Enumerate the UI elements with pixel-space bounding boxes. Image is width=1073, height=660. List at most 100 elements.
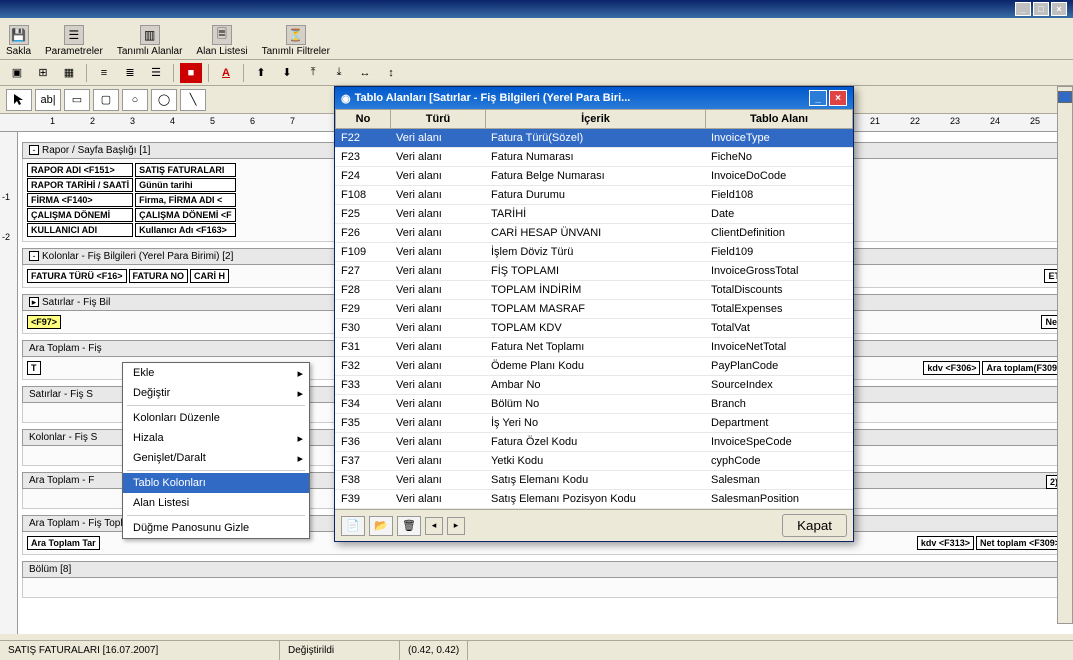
- ellipse-icon[interactable]: ○: [122, 89, 148, 111]
- field-box[interactable]: kdv <F306>: [923, 361, 980, 375]
- dialog-close-icon[interactable]: ×: [829, 90, 847, 106]
- field-box[interactable]: CARİ H: [190, 269, 229, 283]
- collapse-icon[interactable]: -: [29, 251, 39, 261]
- dialog-titlebar[interactable]: ◉ Tablo Alanları [Satırlar - Fiş Bilgile…: [335, 87, 853, 109]
- table-row[interactable]: F34Veri alanıBölüm NoBranch: [335, 395, 853, 414]
- field-box[interactable]: RAPOR TARİHİ / SAATİ: [27, 178, 133, 192]
- dialog-minimize-icon[interactable]: _: [809, 90, 827, 106]
- menu-item-field-list[interactable]: Alan Listesi: [123, 493, 309, 513]
- prev-icon[interactable]: ◂: [425, 517, 443, 535]
- column-header-type[interactable]: Türü: [391, 110, 486, 129]
- column-header-content[interactable]: İçerik: [486, 110, 706, 129]
- text-field-icon[interactable]: ab|: [35, 89, 61, 111]
- table-row[interactable]: F29Veri alanıTOPLAM MASRAFTotalExpenses: [335, 300, 853, 319]
- field-box[interactable]: SATIŞ FATURALARI: [135, 163, 235, 177]
- expand-icon[interactable]: ▸: [29, 297, 39, 307]
- table-row[interactable]: F26Veri alanıCARİ HESAP ÜNVANIClientDefi…: [335, 224, 853, 243]
- grid-icon[interactable]: ▦: [58, 63, 80, 83]
- menu-item-align[interactable]: Hizala▸: [123, 428, 309, 448]
- fill-color-icon[interactable]: ■: [180, 63, 202, 83]
- field-box[interactable]: Ara toplam(F309): [982, 361, 1064, 375]
- next-icon[interactable]: ▸: [447, 517, 465, 535]
- font-color-icon[interactable]: A: [215, 63, 237, 83]
- defined-filters-button[interactable]: ⏳ Tanımlı Filtreler: [262, 25, 330, 57]
- field-box[interactable]: T: [27, 361, 41, 375]
- field-list-button[interactable]: 🗏 Alan Listesi: [196, 25, 247, 57]
- send-back-icon[interactable]: ⬇: [276, 63, 298, 83]
- field-box[interactable]: Net toplam <F309>: [976, 536, 1064, 550]
- field-box[interactable]: FİRMA <F140>: [27, 193, 133, 207]
- table-row[interactable]: F22Veri alanıFatura Türü(Sözel)InvoiceTy…: [335, 129, 853, 148]
- menu-item-change[interactable]: Değiştir▸: [123, 383, 309, 403]
- delete-icon[interactable]: 🗑: [397, 516, 421, 536]
- minimize-icon[interactable]: _: [1015, 2, 1031, 16]
- field-box[interactable]: ÇALIŞMA DÖNEMİ <F: [135, 208, 235, 222]
- table-row[interactable]: F36Veri alanıFatura Özel KoduInvoiceSpeC…: [335, 433, 853, 452]
- align-right-icon[interactable]: ☰: [145, 63, 167, 83]
- close-button[interactable]: Kapat: [782, 514, 847, 537]
- align-center-icon[interactable]: ≣: [119, 63, 141, 83]
- table-row[interactable]: F23Veri alanıFatura NumarasıFicheNo: [335, 148, 853, 167]
- column-header-no[interactable]: No: [336, 110, 391, 129]
- save-icon: 💾: [9, 25, 29, 45]
- bring-front-icon[interactable]: ⬆: [250, 63, 272, 83]
- circle-icon[interactable]: ◯: [151, 89, 177, 111]
- menu-item-table-columns[interactable]: Tablo Kolonları: [123, 473, 309, 493]
- app-titlebar: _ □ ×: [0, 0, 1073, 18]
- table-row[interactable]: F32Veri alanıÖdeme Planı KoduPayPlanCode: [335, 357, 853, 376]
- distribute-h-icon[interactable]: ↔: [354, 63, 376, 83]
- field-box[interactable]: FATURA TÜRÜ <F16>: [27, 269, 127, 283]
- align-left-icon[interactable]: ≡: [93, 63, 115, 83]
- dialog-icon: ◉: [341, 92, 351, 105]
- column-header-field[interactable]: Tablo Alanı: [706, 110, 853, 129]
- collapse-icon[interactable]: -: [29, 145, 39, 155]
- distribute-v-icon[interactable]: ↕: [380, 63, 402, 83]
- table-row[interactable]: F33Veri alanıAmbar NoSourceIndex: [335, 376, 853, 395]
- section-header-bolum[interactable]: Bölüm [8]: [22, 561, 1069, 578]
- chevron-right-icon: ▸: [297, 432, 303, 445]
- align-bottom-icon[interactable]: ⤓: [328, 63, 350, 83]
- table-row[interactable]: F31Veri alanıFatura Net ToplamıInvoiceNe…: [335, 338, 853, 357]
- pointer-icon[interactable]: [6, 89, 32, 111]
- field-box[interactable]: Firma, FİRMA ADI <: [135, 193, 235, 207]
- table-row[interactable]: F28Veri alanıTOPLAM İNDİRİMTotalDiscount…: [335, 281, 853, 300]
- rounded-rect-icon[interactable]: ▢: [93, 89, 119, 111]
- table-row[interactable]: F30Veri alanıTOPLAM KDVTotalVat: [335, 319, 853, 338]
- save-button[interactable]: 💾 Sakla: [6, 25, 31, 57]
- menu-item-edit-columns[interactable]: Kolonları Düzenle: [123, 408, 309, 428]
- open-icon[interactable]: 📂: [369, 516, 393, 536]
- rectangle-icon[interactable]: ▭: [64, 89, 90, 111]
- menu-item-expand-collapse[interactable]: Genişlet/Daralt▸: [123, 448, 309, 468]
- field-box[interactable]: kdv <F313>: [917, 536, 974, 550]
- field-box[interactable]: KULLANICI ADI: [27, 223, 133, 237]
- line-icon[interactable]: ╲: [180, 89, 206, 111]
- vertical-scrollbar[interactable]: [1057, 86, 1073, 624]
- field-box[interactable]: FATURA NO: [129, 269, 189, 283]
- table-row[interactable]: F38Veri alanıSatış Elemanı KoduSalesman: [335, 471, 853, 490]
- table-row[interactable]: F35Veri alanıİş Yeri NoDepartment: [335, 414, 853, 433]
- table-row[interactable]: F25Veri alanıTARİHİDate: [335, 205, 853, 224]
- table-row[interactable]: F27Veri alanıFİŞ TOPLAMIInvoiceGrossTota…: [335, 262, 853, 281]
- group-icon[interactable]: ⊞: [32, 63, 54, 83]
- field-box[interactable]: RAPOR ADI <F151>: [27, 163, 133, 177]
- field-box-selected[interactable]: <F97>: [27, 315, 61, 329]
- table-row[interactable]: F109Veri alanıİşlem Döviz TürüField109: [335, 243, 853, 262]
- menu-item-add[interactable]: Ekle▸: [123, 363, 309, 383]
- dialog-grid[interactable]: No Türü İçerik Tablo Alanı F22Veri alanı…: [335, 109, 853, 509]
- parameters-button[interactable]: ☰ Parametreler: [45, 25, 103, 57]
- table-row[interactable]: F37Veri alanıYetki KoducyphCode: [335, 452, 853, 471]
- table-row[interactable]: F39Veri alanıSatış Elemanı Pozisyon Kodu…: [335, 490, 853, 509]
- field-box[interactable]: Ara Toplam Tar: [27, 536, 100, 550]
- field-box[interactable]: Günün tarihi: [135, 178, 235, 192]
- defined-fields-button[interactable]: ▥ Tanımlı Alanlar: [117, 25, 183, 57]
- maximize-icon[interactable]: □: [1033, 2, 1049, 16]
- close-icon[interactable]: ×: [1051, 2, 1067, 16]
- field-box[interactable]: ÇALIŞMA DÖNEMİ: [27, 208, 133, 222]
- align-top-icon[interactable]: ⤒: [302, 63, 324, 83]
- menu-item-hide-button-panel[interactable]: Düğme Panosunu Gizle: [123, 518, 309, 538]
- table-row[interactable]: F108Veri alanıFatura DurumuField108: [335, 186, 853, 205]
- field-box[interactable]: Kullanıcı Adı <F163>: [135, 223, 235, 237]
- table-row[interactable]: F24Veri alanıFatura Belge NumarasıInvoic…: [335, 167, 853, 186]
- select-all-icon[interactable]: ▣: [6, 63, 28, 83]
- new-icon[interactable]: 📄: [341, 516, 365, 536]
